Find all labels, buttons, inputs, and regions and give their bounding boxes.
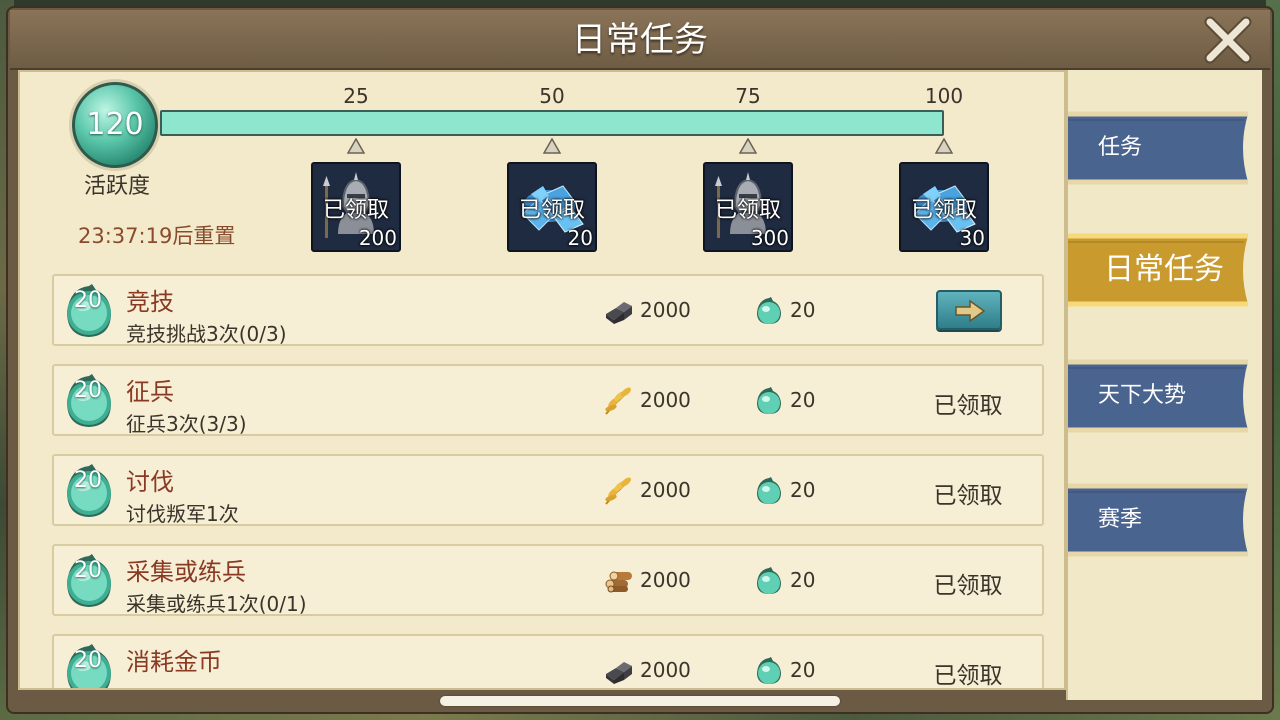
sidebar-tab-label: 日常任务 xyxy=(1104,252,1224,287)
reward-quantity: 200 xyxy=(358,226,397,250)
reward-chest[interactable]: 已领取 300 xyxy=(703,162,793,252)
milestone-marker-icon xyxy=(347,138,365,154)
activity-reward-amount: 20 xyxy=(790,298,816,322)
task-points: 20 xyxy=(74,288,102,313)
activity-value: 120 xyxy=(86,107,144,142)
task-title: 征兵 xyxy=(126,378,174,406)
reward-claimed-label: 已领取 xyxy=(714,198,781,223)
milestone-threshold: 100 xyxy=(924,84,964,108)
task-status-claimed: 已领取 xyxy=(933,663,1003,689)
task-points: 20 xyxy=(74,378,102,403)
task-row: 20 征兵 征兵3次(3/3) 2000 20 已领取 xyxy=(52,364,1044,436)
wood-logs-icon xyxy=(602,564,634,596)
wheat-icon xyxy=(602,474,634,506)
close-button[interactable] xyxy=(1202,14,1254,66)
milestone-threshold: 50 xyxy=(539,84,565,108)
task-description: 采集或练兵1次(0/1) xyxy=(126,592,307,616)
task-status-claimed: 已领取 xyxy=(933,393,1003,419)
sidebar-tab-label: 天下大势 xyxy=(1098,383,1187,408)
activity-reward-amount: 20 xyxy=(790,388,816,412)
activity-reward-amount: 20 xyxy=(790,568,816,592)
activity-reward-amount: 20 xyxy=(790,478,816,502)
close-icon xyxy=(1204,16,1252,64)
sidebar-tab-0[interactable]: 任务 xyxy=(1068,110,1252,186)
activity-orb-icon xyxy=(754,476,784,506)
activity-reward-amount: 20 xyxy=(790,658,816,682)
activity-orb-icon xyxy=(754,656,784,686)
activity-orb-icon xyxy=(754,386,784,416)
activity-progress-fill xyxy=(162,112,942,134)
sidebar-tab-3[interactable]: 赛季 xyxy=(1068,482,1252,558)
activity-progress-bar xyxy=(160,110,944,136)
task-title: 采集或练兵 xyxy=(126,558,246,586)
task-title: 讨伐 xyxy=(126,468,174,496)
activity-orb-icon xyxy=(754,296,784,326)
task-status-claimed: 已领取 xyxy=(933,573,1003,599)
milestone-threshold: 75 xyxy=(735,84,761,108)
activity-label: 活跃度 xyxy=(83,174,150,199)
reward-quantity: 30 xyxy=(959,226,985,250)
wheat-icon xyxy=(602,384,634,416)
milestone-marker-icon xyxy=(543,138,561,154)
sidebar-tab-1[interactable]: 日常任务 xyxy=(1068,232,1252,308)
iron-ore-icon xyxy=(602,654,634,686)
resource-reward-amount: 2000 xyxy=(640,478,691,502)
reward-chest[interactable]: 已领取 200 xyxy=(311,162,401,252)
milestone-marker-icon xyxy=(935,138,953,154)
daily-task-panel: 120 活跃度 23:37:19后重置 25 已领取 200 50 已领取 20… xyxy=(18,70,1066,690)
home-indicator xyxy=(440,696,840,706)
reward-claimed-label: 已领取 xyxy=(322,198,389,223)
task-points: 20 xyxy=(74,648,102,673)
reward-claimed-label: 已领取 xyxy=(518,198,585,223)
task-row: 20 消耗金币 2000 20 已领取 xyxy=(52,634,1044,689)
task-points: 20 xyxy=(74,558,102,583)
sidebar: 任务 日常任务 天下大势 赛季 xyxy=(1066,70,1262,700)
sidebar-tab-label: 赛季 xyxy=(1098,507,1143,532)
resource-reward-amount: 2000 xyxy=(640,298,691,322)
task-title: 竞技 xyxy=(126,288,174,316)
task-description: 讨伐叛军1次 xyxy=(126,502,239,526)
sidebar-tab-2[interactable]: 天下大势 xyxy=(1068,358,1252,434)
sidebar-tab-label: 任务 xyxy=(1098,135,1143,160)
iron-ore-icon xyxy=(602,294,634,326)
task-description: 征兵3次(3/3) xyxy=(126,412,247,436)
arrow-right-icon xyxy=(955,299,986,323)
resource-reward-amount: 2000 xyxy=(640,568,691,592)
go-button[interactable] xyxy=(936,290,1002,330)
activity-orb-icon xyxy=(754,566,784,596)
title-bar: 日常任务 xyxy=(10,10,1270,70)
reward-chest[interactable]: 已领取 20 xyxy=(507,162,597,252)
task-status-claimed: 已领取 xyxy=(933,483,1003,509)
dialog-title: 日常任务 xyxy=(572,20,708,60)
task-title: 消耗金币 xyxy=(126,648,222,676)
milestone-marker-icon xyxy=(739,138,757,154)
milestone-threshold: 25 xyxy=(343,84,369,108)
reset-timer: 23:37:19后重置 xyxy=(78,224,236,248)
reward-quantity: 20 xyxy=(567,226,593,250)
reward-chest[interactable]: 已领取 30 xyxy=(899,162,989,252)
task-row: 20 采集或练兵 采集或练兵1次(0/1) 2000 20 已领取 xyxy=(52,544,1044,616)
reward-quantity: 300 xyxy=(750,226,789,250)
resource-reward-amount: 2000 xyxy=(640,388,691,412)
task-row: 20 讨伐 讨伐叛军1次 2000 20 已领取 xyxy=(52,454,1044,526)
task-description: 竞技挑战3次(0/3) xyxy=(126,322,287,346)
resource-reward-amount: 2000 xyxy=(640,658,691,682)
task-points: 20 xyxy=(74,468,102,493)
task-row: 20 竞技 竞技挑战3次(0/3) 2000 20 xyxy=(52,274,1044,346)
reward-claimed-label: 已领取 xyxy=(910,198,977,223)
